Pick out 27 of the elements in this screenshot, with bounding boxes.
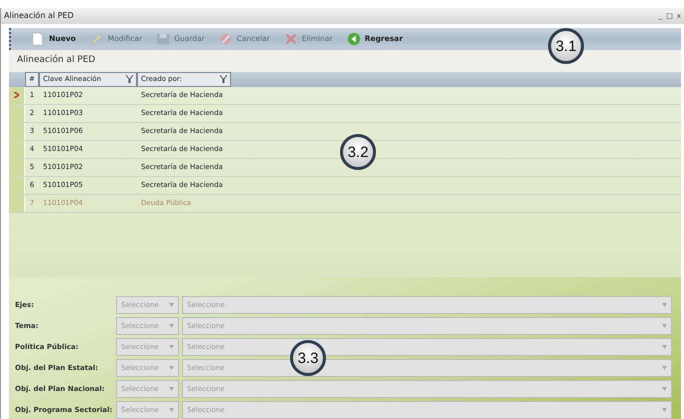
current-row-icon [14,92,19,98]
caret-icon [662,345,667,349]
caret-icon [662,387,667,391]
pencil-icon [90,32,104,46]
row-indicator [9,176,25,194]
caret-icon [169,366,174,370]
row-indicator [9,140,25,158]
caret-icon [169,408,174,412]
row-indicator [9,158,25,176]
window-title: Alineación al PED [4,10,74,22]
page-icon [31,32,45,46]
row-indicator [9,194,25,212]
caret-icon [169,345,174,349]
x-icon [284,32,298,46]
caret-icon [169,387,174,391]
caret-icon [169,324,174,328]
prohibited-icon [218,32,233,46]
filter-icon[interactable] [220,75,227,83]
row-indicator [9,104,25,122]
caret-icon [662,366,667,370]
caret-icon [662,324,667,328]
caret-icon [662,303,667,307]
section-title: Alineación al PED [9,50,681,72]
caret-icon [662,408,667,412]
caret-icon [169,303,174,307]
filter-icon[interactable] [126,75,133,83]
row-indicator [9,122,25,140]
